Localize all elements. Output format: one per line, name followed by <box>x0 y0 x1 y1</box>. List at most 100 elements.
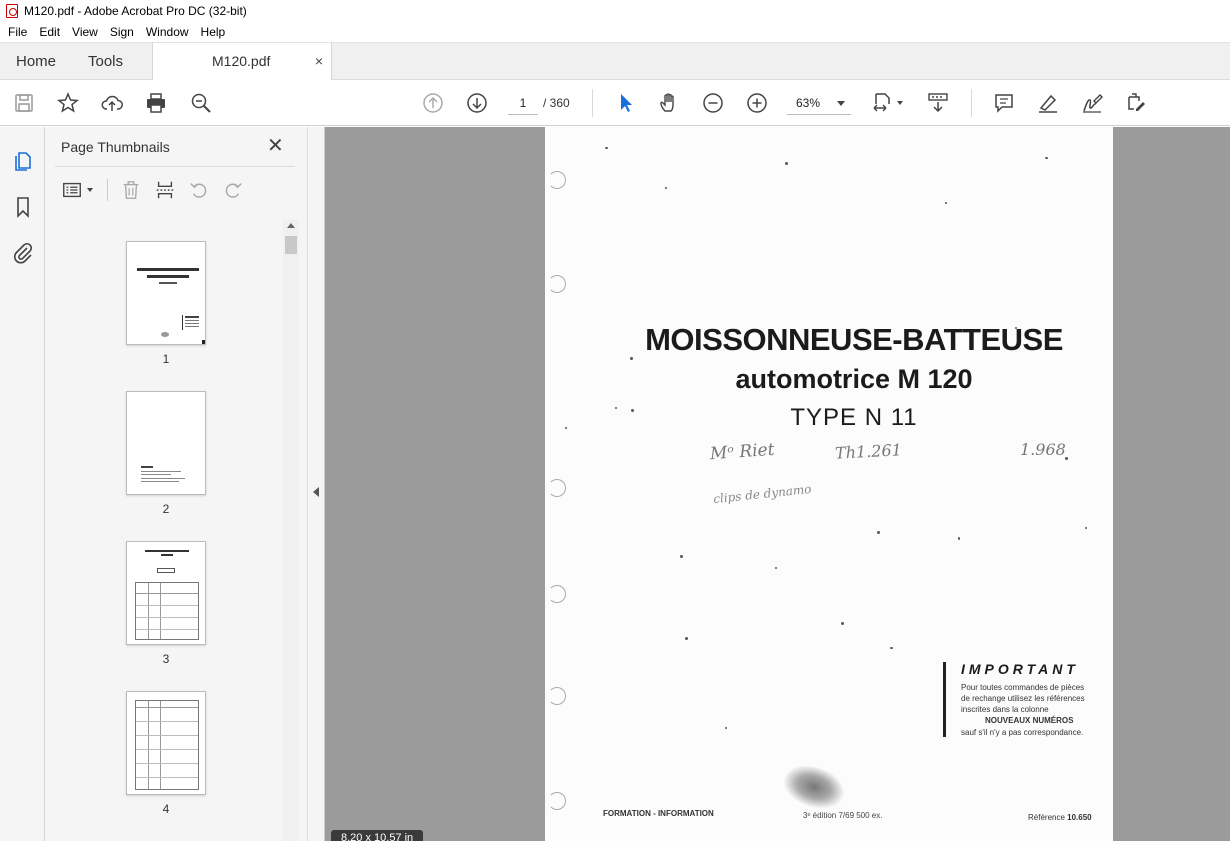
comment-icon[interactable] <box>991 90 1017 116</box>
attachments-icon[interactable] <box>10 240 36 266</box>
thumbnail-list: 1 2 3 4 <box>45 219 285 841</box>
page-fit-icon[interactable] <box>870 90 896 116</box>
collapse-left-arrow-icon[interactable] <box>313 487 319 497</box>
speck <box>877 531 880 534</box>
thumb-text-line <box>145 550 189 552</box>
panel-collapse-strip[interactable] <box>307 127 325 841</box>
zoom-select[interactable]: 63% <box>787 91 851 115</box>
thumb-text-line <box>141 478 185 479</box>
previous-page-icon[interactable] <box>420 90 446 116</box>
thumbnail-label: 3 <box>162 652 170 666</box>
document-type: TYPE N 11 <box>790 404 918 431</box>
menu-edit[interactable]: Edit <box>33 22 66 42</box>
important-line: NOUVEAUX NUMÉROS <box>985 716 1074 725</box>
rotate-counterclockwise-icon[interactable] <box>186 177 212 203</box>
footer-reference: Référence 10.650 <box>1028 813 1092 822</box>
thumb-table <box>135 700 199 790</box>
hand-tool-icon[interactable] <box>656 90 682 116</box>
bookmarks-icon[interactable] <box>10 194 36 220</box>
next-page-icon[interactable] <box>464 90 490 116</box>
thumb-text-line <box>141 471 181 472</box>
page-number-input[interactable]: 1 <box>508 91 538 115</box>
main-toolbar <box>0 80 1230 126</box>
thumbnail-page-4[interactable] <box>126 691 206 795</box>
menu-view[interactable]: View <box>66 22 104 42</box>
save-icon[interactable] <box>11 90 37 116</box>
punch-hole <box>548 585 566 603</box>
fill-sign-icon[interactable] <box>1123 90 1149 116</box>
speck <box>665 187 667 189</box>
menu-help[interactable]: Help <box>195 22 232 42</box>
thumb-text-line <box>137 268 199 271</box>
delete-page-icon[interactable] <box>118 177 144 203</box>
zoom-out-icon[interactable] <box>700 90 726 116</box>
panel-toolbar <box>45 175 307 205</box>
thumbnail-options-icon[interactable] <box>59 177 85 203</box>
tab-bar: Home Tools M120.pdf × <box>0 42 1230 81</box>
thumbnail-page-3[interactable] <box>126 541 206 645</box>
page-thumbnails-icon[interactable] <box>10 147 36 173</box>
handwritten-note: Mᵒ Riet <box>709 439 776 465</box>
thumbnail-page-1[interactable] <box>126 241 206 345</box>
speck <box>1045 157 1048 159</box>
thumb-stain <box>161 332 169 337</box>
document-subtitle: automotrice M 120 <box>735 364 973 394</box>
pdf-page: MOISSONNEUSE-BATTEUSE automotrice M 120 … <box>545 127 1113 841</box>
tab-document-label: M120.pdf <box>212 53 271 69</box>
thumb-text-line <box>141 466 153 468</box>
speck <box>841 622 844 625</box>
thumbnail-label: 4 <box>162 802 170 816</box>
page-fit-caret-icon[interactable] <box>897 101 903 105</box>
page-total: / 360 <box>543 96 570 110</box>
important-line: Pour toutes commandes de pièces <box>961 683 1085 692</box>
menu-file[interactable]: File <box>2 22 33 42</box>
tab-home[interactable]: Home <box>16 43 56 80</box>
share-upload-icon[interactable] <box>99 90 125 116</box>
footer-reference-value: 10.650 <box>1067 813 1092 822</box>
highlight-pen-icon[interactable] <box>1035 90 1061 116</box>
insert-page-icon[interactable] <box>152 177 178 203</box>
close-tab-icon[interactable]: × <box>315 43 323 80</box>
tool-divider <box>107 179 108 201</box>
thumbnail-page-2[interactable] <box>126 391 206 495</box>
speck <box>605 147 608 149</box>
document-view[interactable]: MOISSONNEUSE-BATTEUSE automotrice M 120 … <box>325 127 1230 841</box>
punch-hole <box>548 687 566 705</box>
handwritten-note: Th1.261 <box>834 440 903 463</box>
tab-document[interactable]: M120.pdf × <box>152 43 332 81</box>
handwritten-note: clips de dynamo <box>712 481 813 507</box>
select-cursor-icon[interactable] <box>613 90 639 116</box>
speck <box>958 537 960 540</box>
bookmark-star-icon[interactable] <box>55 90 81 116</box>
thumb-important-block <box>182 315 200 330</box>
thumbnail-scrollbar[interactable] <box>283 219 299 841</box>
find-zoom-icon[interactable] <box>188 90 214 116</box>
menu-bar: File Edit View Sign Window Help <box>0 22 1230 42</box>
thumb-text-line <box>141 481 179 482</box>
speck <box>785 162 788 165</box>
speck <box>945 202 947 204</box>
menu-sign[interactable]: Sign <box>104 22 140 42</box>
options-caret-icon[interactable] <box>87 188 93 192</box>
document-title: MOISSONNEUSE-BATTEUSE <box>645 322 1063 357</box>
important-line: inscrites dans la colonne <box>961 705 1049 714</box>
scroll-up-arrow-icon[interactable] <box>287 223 295 228</box>
thumb-table <box>135 582 199 640</box>
sign-icon[interactable] <box>1079 90 1105 116</box>
zoom-in-icon[interactable] <box>744 90 770 116</box>
punch-hole <box>548 792 566 810</box>
scroll-thumb[interactable] <box>285 236 297 254</box>
speck <box>1085 527 1087 529</box>
speck <box>685 637 688 640</box>
menu-window[interactable]: Window <box>140 22 195 42</box>
print-icon[interactable] <box>143 90 169 116</box>
important-line: de rechange utilisez les références <box>961 694 1085 703</box>
navigation-rail <box>0 127 45 841</box>
rotate-clockwise-icon[interactable] <box>220 177 246 203</box>
close-panel-icon[interactable]: ✕ <box>267 135 284 157</box>
scroll-mode-icon[interactable] <box>925 90 951 116</box>
thumb-text-line <box>147 275 189 278</box>
ink-stain <box>778 758 850 816</box>
tab-tools[interactable]: Tools <box>88 43 123 80</box>
thumb-text-line <box>159 282 177 284</box>
